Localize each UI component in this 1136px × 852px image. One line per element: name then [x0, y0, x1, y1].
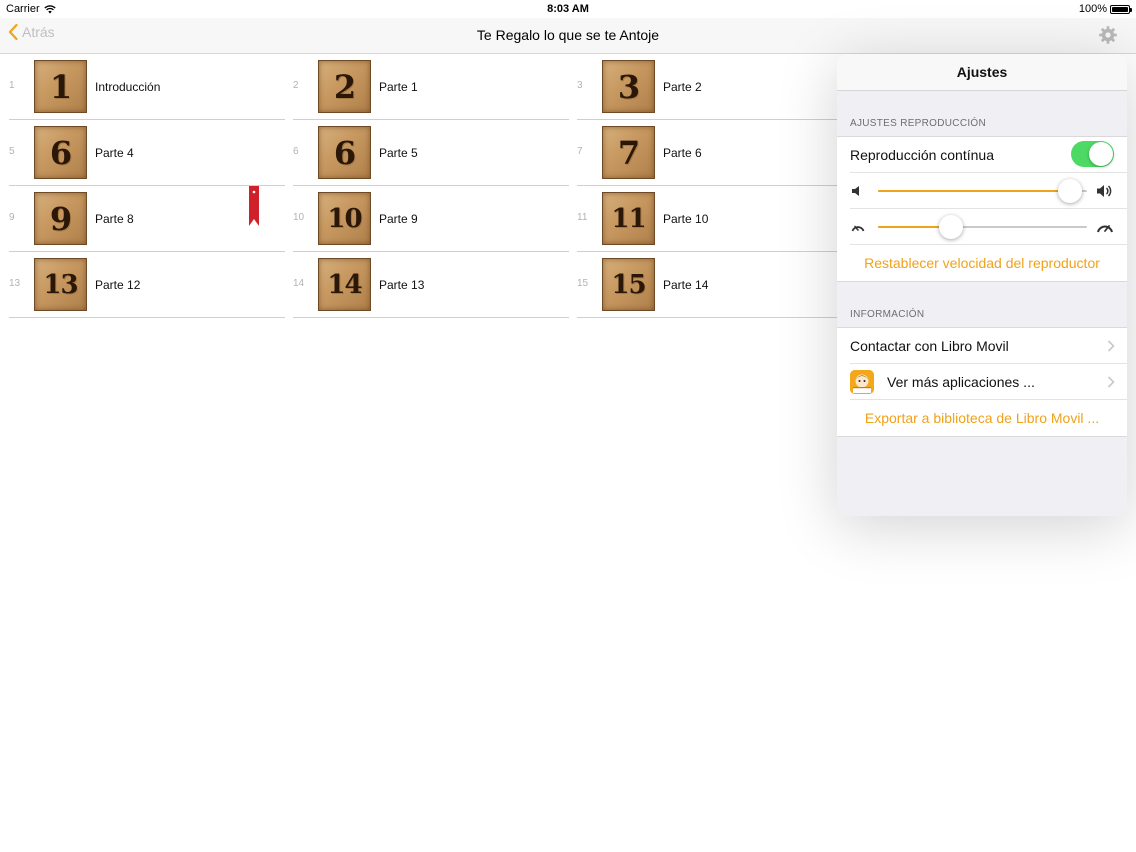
chapter-index: 15 — [577, 278, 589, 289]
chapter-label: Parte 4 — [95, 146, 134, 160]
chapter-label: Parte 5 — [379, 146, 418, 160]
chapter-label: Parte 2 — [663, 80, 702, 94]
chapter-index: 1 — [9, 80, 15, 91]
chapter-tile-image: 2 — [318, 60, 371, 113]
chapter-cell[interactable]: 9 9 Parte 8 — [9, 186, 285, 252]
export-row[interactable]: Exportar a biblioteca de Libro Movil ... — [850, 400, 1127, 436]
battery-icon — [1110, 4, 1132, 14]
chapter-label: Parte 8 — [95, 212, 134, 226]
chapter-tile-image: 13 — [34, 258, 87, 311]
chapter-cell[interactable]: 2 2 Parte 1 — [293, 54, 569, 120]
chapter-label: Introducción — [95, 80, 161, 94]
chapter-index: 5 — [9, 146, 15, 157]
section-header-playback: AJUSTES REPRODUCCIÓN — [850, 118, 987, 129]
chapter-tile-image: 3 — [602, 60, 655, 113]
chapter-index: 9 — [9, 212, 15, 223]
more-apps-row[interactable]: Ver más aplicaciones ... — [850, 364, 1127, 400]
chapter-cell[interactable]: 11 11 Parte 10 — [577, 186, 853, 252]
chapter-index: 2 — [293, 80, 299, 91]
chapter-cell[interactable]: 10 10 Parte 9 — [293, 186, 569, 252]
chapter-cell[interactable]: 15 15 Parte 14 — [577, 252, 853, 318]
chapter-label: Parte 12 — [95, 278, 141, 292]
continuous-playback-toggle[interactable] — [1071, 141, 1114, 167]
status-bar: Carrier 8:03 AM 100% — [0, 0, 1136, 18]
chapter-cell[interactable]: 6 6 Parte 5 — [293, 120, 569, 186]
info-settings-group: Contactar con Libro Movil Ver más aplica… — [837, 327, 1127, 437]
chapter-tile-image: 6 — [34, 126, 87, 179]
chapter-cell[interactable]: 3 3 Parte 2 — [577, 54, 853, 120]
export-button[interactable]: Exportar a biblioteca de Libro Movil ... — [837, 410, 1127, 426]
page-title: Te Regalo lo que se te Antoje — [476, 27, 660, 43]
chapter-tile-image: 6 — [318, 126, 371, 179]
speed-fast-icon — [1097, 225, 1113, 233]
chapter-cell[interactable]: 1 1 Introducción — [9, 54, 285, 120]
chapter-index: 7 — [577, 146, 583, 157]
volume-low-icon — [852, 186, 859, 196]
chapter-tile-image: 7 — [602, 126, 655, 179]
chapter-cell[interactable]: 7 7 Parte 6 — [577, 120, 853, 186]
volume-slider[interactable] — [878, 179, 1087, 203]
libro-movil-app-icon — [850, 370, 874, 394]
speed-slider-thumb[interactable] — [939, 215, 964, 239]
speed-row — [850, 209, 1127, 245]
battery-percent: 100% — [1078, 3, 1107, 15]
chapter-label: Parte 10 — [663, 212, 709, 226]
chapter-label: Parte 9 — [379, 212, 418, 226]
chapter-tile-image: 1 — [34, 60, 87, 113]
continuous-playback-label: Reproducción contínua — [850, 147, 994, 163]
playback-settings-group: Reproducción contínua Restablecer veloci… — [837, 136, 1127, 282]
chapter-index: 10 — [293, 212, 305, 223]
chapter-tile-image: 11 — [602, 192, 655, 245]
chapter-cell[interactable]: 5 6 Parte 4 — [9, 120, 285, 186]
navigation-bar: Atrás Te Regalo lo que se te Antoje — [0, 18, 1136, 54]
contact-row[interactable]: Contactar con Libro Movil — [850, 328, 1127, 364]
chevron-right-icon — [1107, 376, 1115, 388]
chapter-tile-image: 10 — [318, 192, 371, 245]
chapter-label: Parte 6 — [663, 146, 702, 160]
settings-popover: Ajustes AJUSTES REPRODUCCIÓN Reproducció… — [837, 54, 1127, 516]
section-header-info: INFORMACIÓN — [850, 309, 925, 320]
contact-label: Contactar con Libro Movil — [850, 338, 1009, 354]
chapter-index: 6 — [293, 146, 299, 157]
chapter-index: 3 — [577, 80, 583, 91]
chapter-label: Parte 1 — [379, 80, 418, 94]
reset-speed-button[interactable]: Restablecer velocidad del reproductor — [837, 255, 1127, 271]
continuous-playback-row: Reproducción contínua — [850, 137, 1127, 173]
battery-indicator: 100% — [1078, 3, 1132, 15]
chapter-tile-image: 14 — [318, 258, 371, 311]
chapter-tile-image: 15 — [602, 258, 655, 311]
chapter-tile-image: 9 — [34, 192, 87, 245]
more-apps-label: Ver más aplicaciones ... — [887, 374, 1035, 390]
speed-slider[interactable] — [878, 215, 1087, 239]
gear-icon[interactable] — [1098, 25, 1118, 45]
clock: 8:03 AM — [547, 3, 589, 15]
chapter-index: 13 — [9, 278, 21, 289]
chapter-index: 14 — [293, 278, 305, 289]
chapter-cell[interactable]: 14 14 Parte 13 — [293, 252, 569, 318]
chapter-label: Parte 14 — [663, 278, 709, 292]
volume-high-icon — [1097, 185, 1112, 197]
reset-speed-row[interactable]: Restablecer velocidad del reproductor — [850, 245, 1127, 281]
bookmark-ribbon-icon — [249, 186, 259, 226]
popover-title: Ajustes — [837, 54, 1127, 91]
speed-slow-icon — [851, 225, 865, 232]
chapter-cell[interactable]: 13 13 Parte 12 — [9, 252, 285, 318]
volume-slider-thumb[interactable] — [1058, 179, 1083, 203]
volume-row — [850, 173, 1127, 209]
chevron-right-icon — [1107, 340, 1115, 352]
chapter-index: 11 — [577, 212, 588, 223]
chapter-label: Parte 13 — [379, 278, 425, 292]
